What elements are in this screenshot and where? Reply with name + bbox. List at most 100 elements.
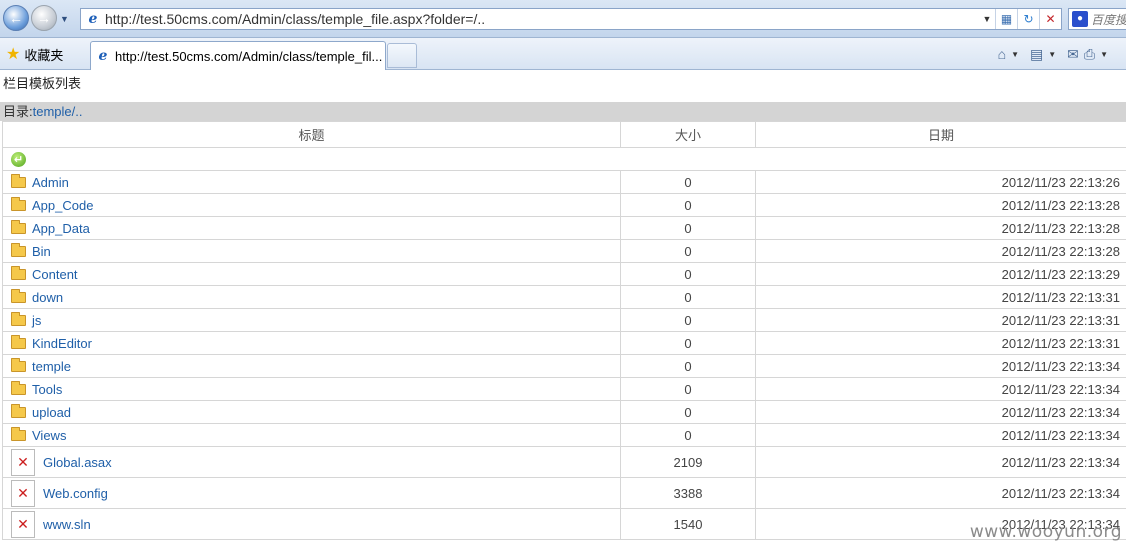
home-dropdown-icon[interactable]: ▼ [1011,50,1019,59]
folder-icon [11,242,26,257]
folder-link[interactable]: upload [32,405,71,420]
size-cell: 0 [620,216,756,240]
search-box[interactable]: ● 百度搜 [1068,8,1126,30]
folder-link[interactable]: Tools [32,382,62,397]
folder-row: App_Code 0 2012/11/23 22:13:28 [2,193,1126,217]
size-cell: 0 [620,239,756,263]
star-icon: ★ [6,46,21,63]
folder-row: upload 0 2012/11/23 22:13:34 [2,400,1126,424]
size-cell: 0 [620,354,756,378]
column-header-size: 大小 [620,121,756,148]
tab-title: http://test.50cms.com/Admin/class/temple… [115,48,383,64]
date-cell: 2012/11/23 22:13:29 [755,262,1126,286]
home-icon[interactable]: ⌂ [998,46,1006,62]
folder-link[interactable]: KindEditor [32,336,92,351]
folder-link[interactable]: App_Data [32,221,90,236]
tab-bar: ★ 收藏夹 e http://test.50cms.com/Admin/clas… [0,38,1126,70]
date-cell: 2012/11/23 22:13:31 [755,285,1126,309]
compatibility-view-icon[interactable]: ▦ [995,9,1017,29]
date-cell: 2012/11/23 22:13:34 [755,477,1126,509]
size-cell: 2109 [620,446,756,478]
folder-link[interactable]: Views [32,428,66,443]
broken-image-icon: ✕ [11,479,35,507]
refresh-icon[interactable]: ↻ [1017,9,1039,29]
folder-row: KindEditor 0 2012/11/23 22:13:31 [2,331,1126,355]
search-input[interactable]: 百度搜 [1091,11,1126,28]
ie-page-icon: e [98,48,108,64]
folder-icon [11,380,26,395]
folder-icon [11,403,26,418]
ie-page-icon: e [88,11,98,27]
directory-label: 目录: [3,104,33,119]
forward-arrow-icon: → [37,10,51,26]
date-cell: 2012/11/23 22:13:34 [755,377,1126,401]
file-link[interactable]: Global.asax [43,455,112,470]
folder-row: Views 0 2012/11/23 22:13:34 [2,423,1126,447]
date-cell: 2012/11/23 22:13:34 [755,446,1126,478]
folder-icon [11,311,26,326]
baidu-paw-icon: ● [1072,11,1088,27]
folder-icon [11,196,26,211]
folder-icon [11,334,26,349]
folder-row: Admin 0 2012/11/23 22:13:26 [2,170,1126,194]
history-dropdown-icon[interactable]: ▼ [60,14,69,24]
size-cell: 0 [620,170,756,194]
address-text[interactable]: http://test.50cms.com/Admin/class/temple… [105,11,979,27]
new-tab-button[interactable] [387,43,417,68]
folder-row: Tools 0 2012/11/23 22:13:34 [2,377,1126,401]
date-cell: 2012/11/23 22:13:28 [755,216,1126,240]
size-cell: 0 [620,423,756,447]
size-cell: 0 [620,308,756,332]
browser-toolbar: ← → ▼ e http://test.50cms.com/Admin/clas… [0,0,1126,38]
folder-link[interactable]: Content [32,267,78,282]
folder-link[interactable]: js [32,313,41,328]
column-header-date: 日期 [755,121,1126,148]
folder-icon [11,288,26,303]
folder-row: Bin 0 2012/11/23 22:13:28 [2,239,1126,263]
file-row: ✕ Global.asax 2109 2012/11/23 22:13:34 [2,446,1126,478]
folder-link[interactable]: down [32,290,63,305]
file-link[interactable]: Web.config [43,486,108,501]
table-header-row: 标题 大小 日期 [2,121,1126,148]
feeds-icon[interactable]: ▤ [1030,46,1043,63]
folder-link[interactable]: Admin [32,175,69,190]
print-dropdown-icon[interactable]: ▼ [1100,50,1108,59]
folder-row: temple 0 2012/11/23 22:13:34 [2,354,1126,378]
up-directory-icon[interactable]: ↵ [11,152,26,167]
mail-icon[interactable]: ✉ [1067,46,1079,63]
print-icon[interactable]: ⎙ [1084,46,1095,63]
file-link[interactable]: www.sln [43,517,91,532]
back-button[interactable]: ← [3,5,29,31]
page-title: 栏目模板列表 [3,76,82,91]
command-bar: ⌂ ▼ ▤ ▼ ✉ ⎙ ▼ [998,43,1114,65]
folder-icon [11,357,26,372]
folder-row: js 0 2012/11/23 22:13:31 [2,308,1126,332]
folder-icon [11,173,26,188]
address-bar[interactable]: e http://test.50cms.com/Admin/class/temp… [80,8,1062,30]
page-content: 栏目模板列表 目录:temple/.. 标题 大小 日期 ↵ Admin 0 201… [0,71,1126,544]
size-cell: 0 [620,193,756,217]
feeds-dropdown-icon[interactable]: ▼ [1048,50,1056,59]
directory-path-link[interactable]: temple/.. [33,104,83,119]
forward-button[interactable]: → [31,5,57,31]
favorites-button[interactable]: ★ 收藏夹 [6,44,63,64]
file-table: 标题 大小 日期 ↵ Admin 0 2012/11/23 22:13:26 App_… [2,121,1126,540]
file-row: ✕ www.sln 1540 2012/11/23 22:13:34 [2,508,1126,540]
folder-link[interactable]: temple [32,359,71,374]
folder-link[interactable]: Bin [32,244,51,259]
active-tab[interactable]: e http://test.50cms.com/Admin/class/temp… [90,41,386,70]
stop-icon[interactable]: ✕ [1039,9,1061,29]
date-cell: 2012/11/23 22:13:28 [755,193,1126,217]
date-cell: 2012/11/23 22:13:34 [755,423,1126,447]
size-cell: 1540 [620,508,756,540]
size-cell: 0 [620,400,756,424]
file-row: ✕ Web.config 3388 2012/11/23 22:13:34 [2,477,1126,509]
address-dropdown-icon[interactable]: ▼ [979,14,995,24]
date-cell: 2012/11/23 22:13:26 [755,170,1126,194]
date-cell: 2012/11/23 22:13:31 [755,331,1126,355]
broken-image-icon: ✕ [11,510,35,538]
folder-link[interactable]: App_Code [32,198,93,213]
folder-icon [11,219,26,234]
size-cell: 0 [620,331,756,355]
folder-row: App_Data 0 2012/11/23 22:13:28 [2,216,1126,240]
